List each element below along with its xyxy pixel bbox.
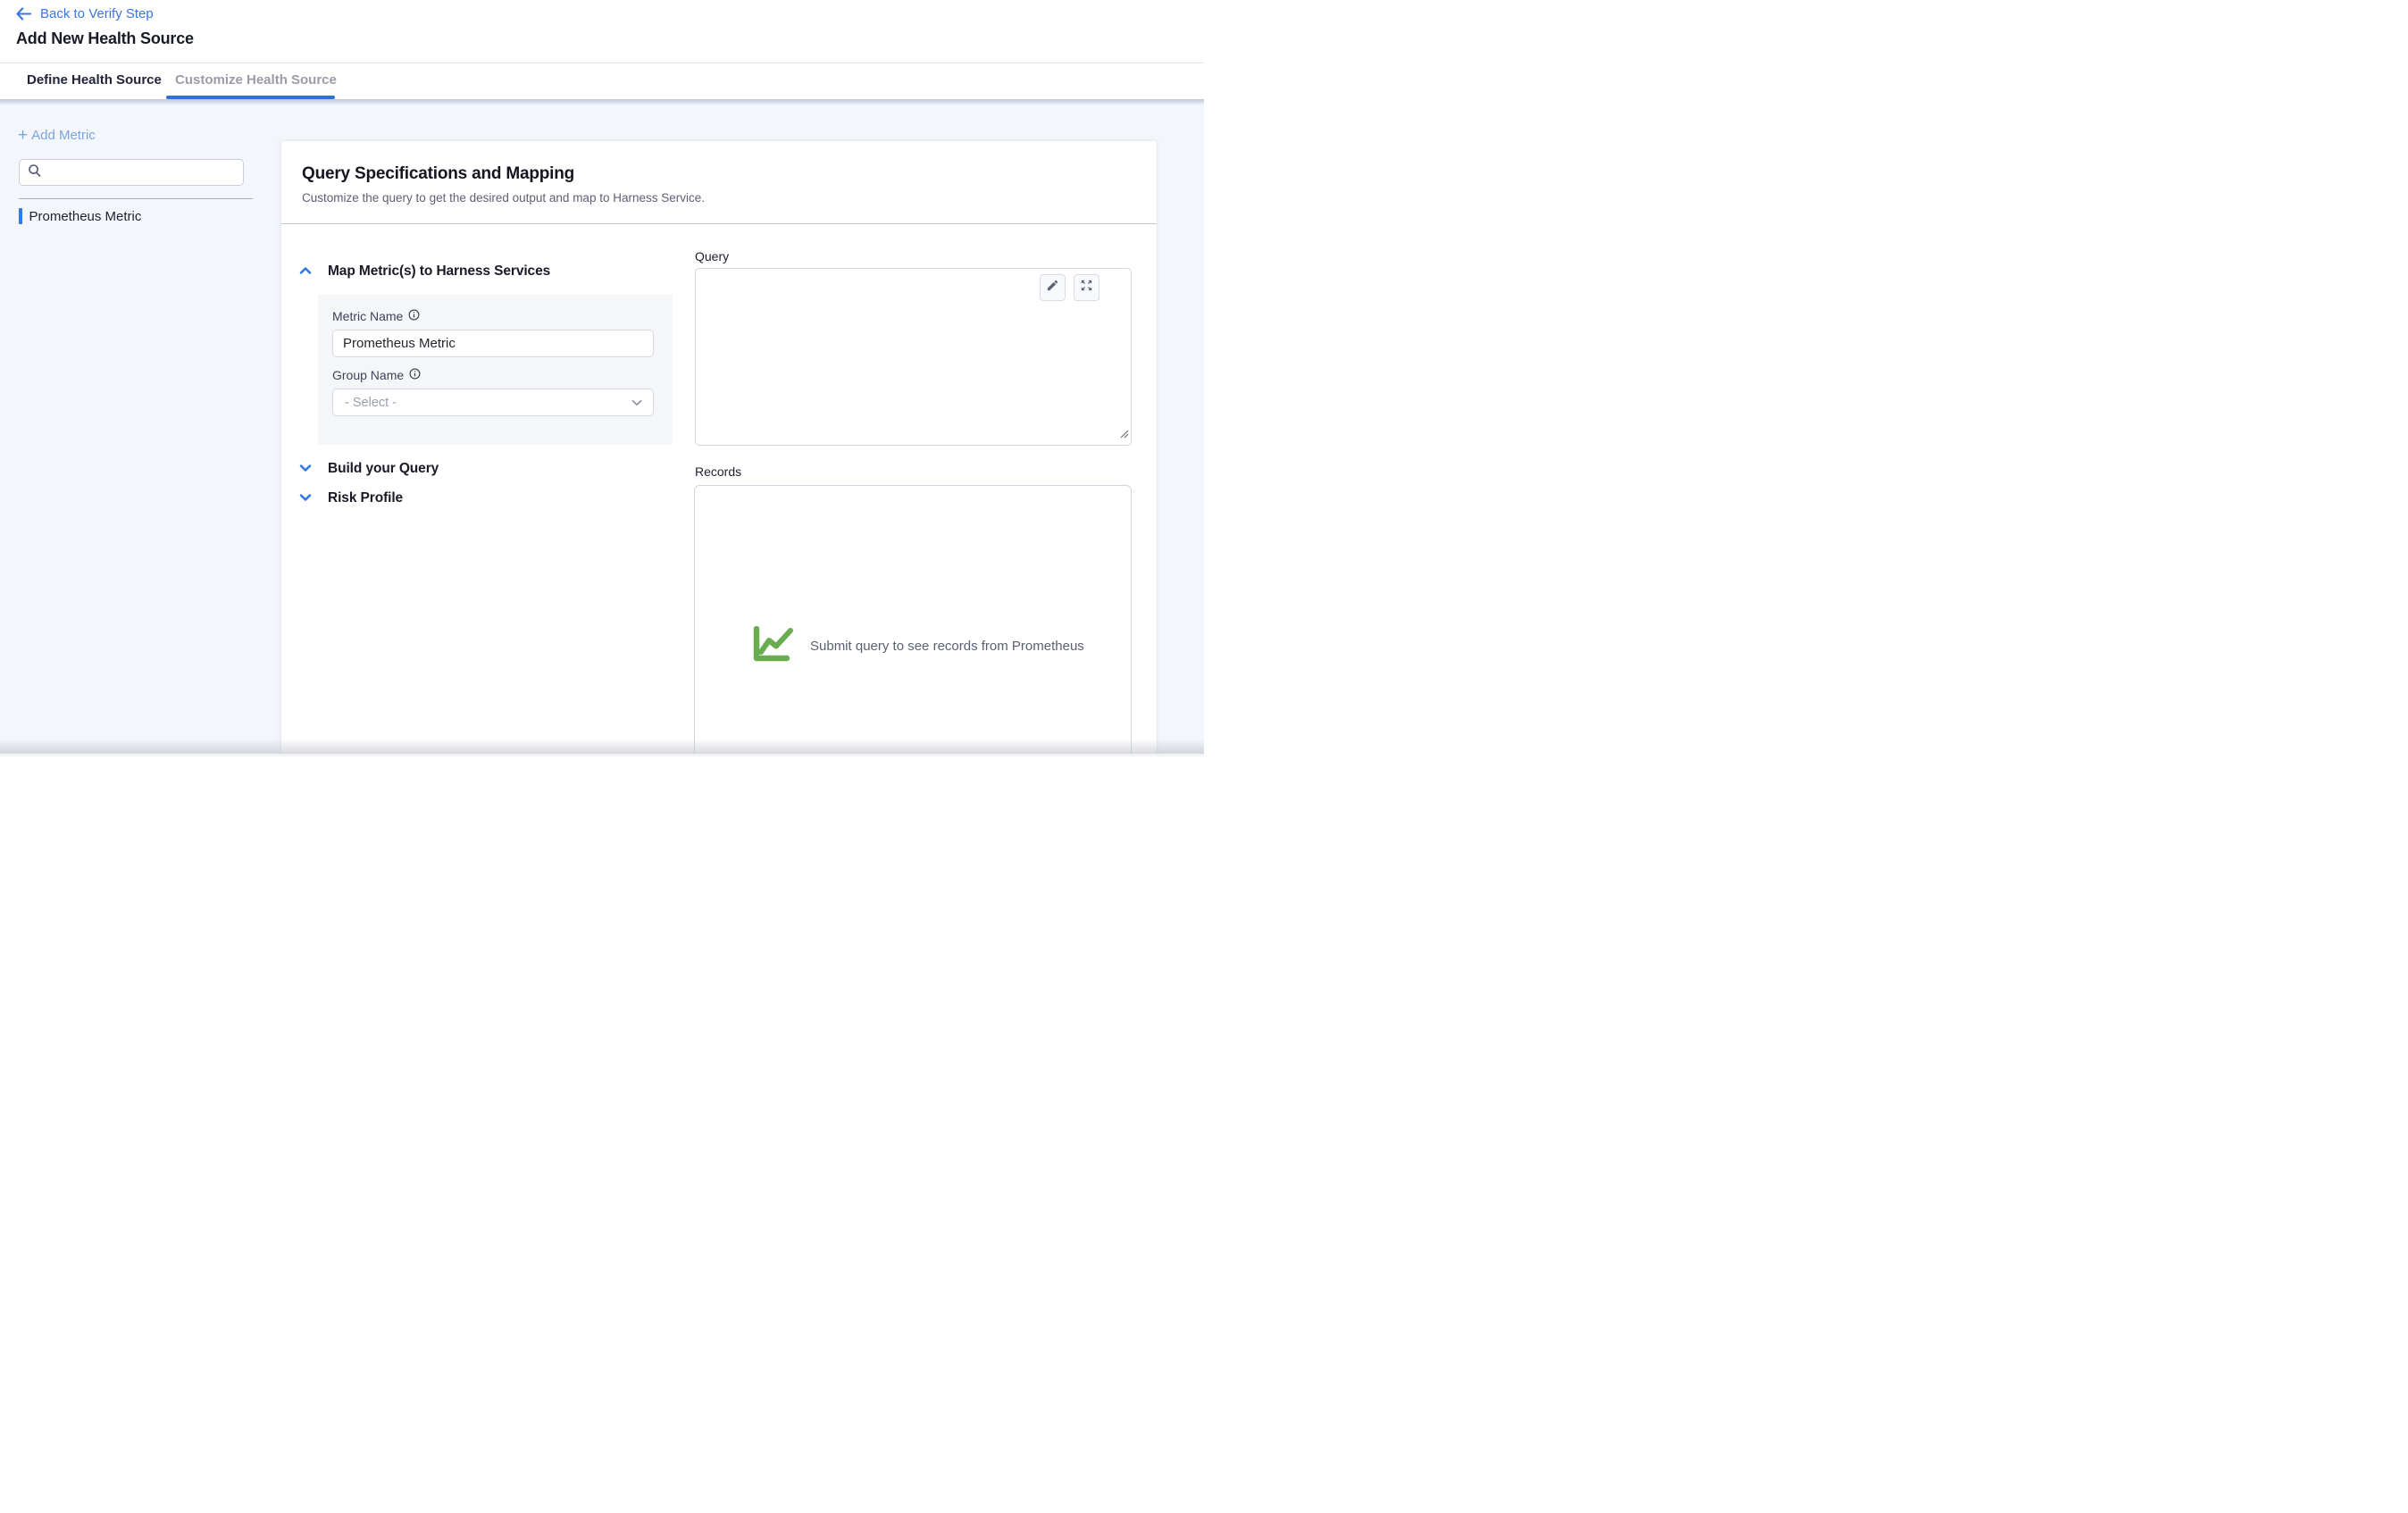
section-build-your-query[interactable]: Build your Query — [299, 461, 439, 477]
section-risk-profile[interactable]: Risk Profile — [299, 490, 403, 506]
expand-icon — [1080, 279, 1093, 297]
info-icon[interactable] — [409, 368, 421, 382]
tab-define-health-source[interactable]: Define Health Source — [27, 63, 162, 96]
metric-name-input[interactable] — [332, 330, 654, 357]
pencil-icon — [1046, 279, 1059, 297]
chevron-up-icon — [299, 263, 312, 280]
group-name-label-text: Group Name — [332, 368, 404, 382]
add-metric-button[interactable]: + Add Metric — [18, 128, 96, 143]
header-shadow — [0, 99, 1204, 105]
tab-define-label: Define Health Source — [27, 72, 162, 88]
back-link[interactable]: Back to Verify Step — [16, 6, 154, 21]
metric-name-label: Metric Name — [332, 309, 420, 323]
metric-search-box — [19, 159, 244, 186]
edit-query-button[interactable] — [1040, 274, 1066, 301]
metric-item-label: Prometheus Metric — [29, 209, 142, 224]
chevron-down-icon — [631, 395, 653, 411]
info-icon[interactable] — [408, 309, 420, 323]
active-tab-underline — [166, 96, 335, 99]
tab-customize-label: Customize Health Source — [175, 72, 337, 88]
back-link-label: Back to Verify Step — [40, 6, 154, 21]
bottom-edge-strip — [0, 754, 1204, 756]
tab-customize-health-source[interactable]: Customize Health Source — [175, 63, 337, 96]
search-icon — [20, 163, 42, 182]
search-input[interactable] — [42, 165, 243, 180]
plus-icon: + — [18, 129, 28, 142]
chevron-down-icon — [299, 461, 312, 477]
group-name-label: Group Name — [332, 368, 421, 382]
card-divider — [281, 223, 1157, 224]
metric-name-label-text: Metric Name — [332, 309, 403, 323]
section-map-metrics-label: Map Metric(s) to Harness Services — [328, 263, 550, 280]
records-empty-state: Submit query to see records from Prometh… — [753, 626, 1084, 666]
card-title: Query Specifications and Mapping — [302, 164, 574, 184]
chevron-down-icon — [299, 490, 312, 506]
selected-indicator-bar — [19, 208, 22, 224]
line-chart-icon — [753, 626, 798, 666]
add-metric-label: Add Metric — [31, 128, 96, 143]
page-header: Back to Verify Step Add New Health Sourc… — [0, 0, 1204, 99]
sidebar-item-prometheus-metric[interactable]: Prometheus Metric — [0, 203, 268, 230]
arrow-left-icon — [16, 7, 31, 21]
records-label: Records — [695, 464, 741, 479]
resize-grip-icon[interactable] — [1118, 427, 1129, 443]
section-map-metrics[interactable]: Map Metric(s) to Harness Services — [299, 263, 550, 280]
add-health-source-screen: Back to Verify Step Add New Health Sourc… — [0, 0, 1204, 756]
sidebar-divider — [19, 198, 253, 199]
query-specifications-card: Query Specifications and Mapping Customi… — [280, 140, 1158, 756]
section-risk-profile-label: Risk Profile — [328, 490, 403, 506]
expand-query-button[interactable] — [1074, 274, 1099, 301]
group-name-select[interactable]: - Select - — [332, 389, 654, 416]
bottom-edge-shadow — [0, 739, 1204, 754]
card-subtitle: Customize the query to get the desired o… — [302, 191, 705, 205]
group-name-select-value: - Select - — [333, 396, 631, 410]
records-empty-message: Submit query to see records from Prometh… — [810, 639, 1084, 654]
metrics-sidebar: + Add Metric Prometheus Metric — [0, 99, 280, 756]
query-editor — [695, 268, 1132, 446]
query-label: Query — [695, 249, 729, 263]
section-build-your-query-label: Build your Query — [328, 461, 439, 477]
records-panel: Submit query to see records from Prometh… — [694, 485, 1132, 756]
page-title: Add New Health Source — [16, 29, 194, 48]
